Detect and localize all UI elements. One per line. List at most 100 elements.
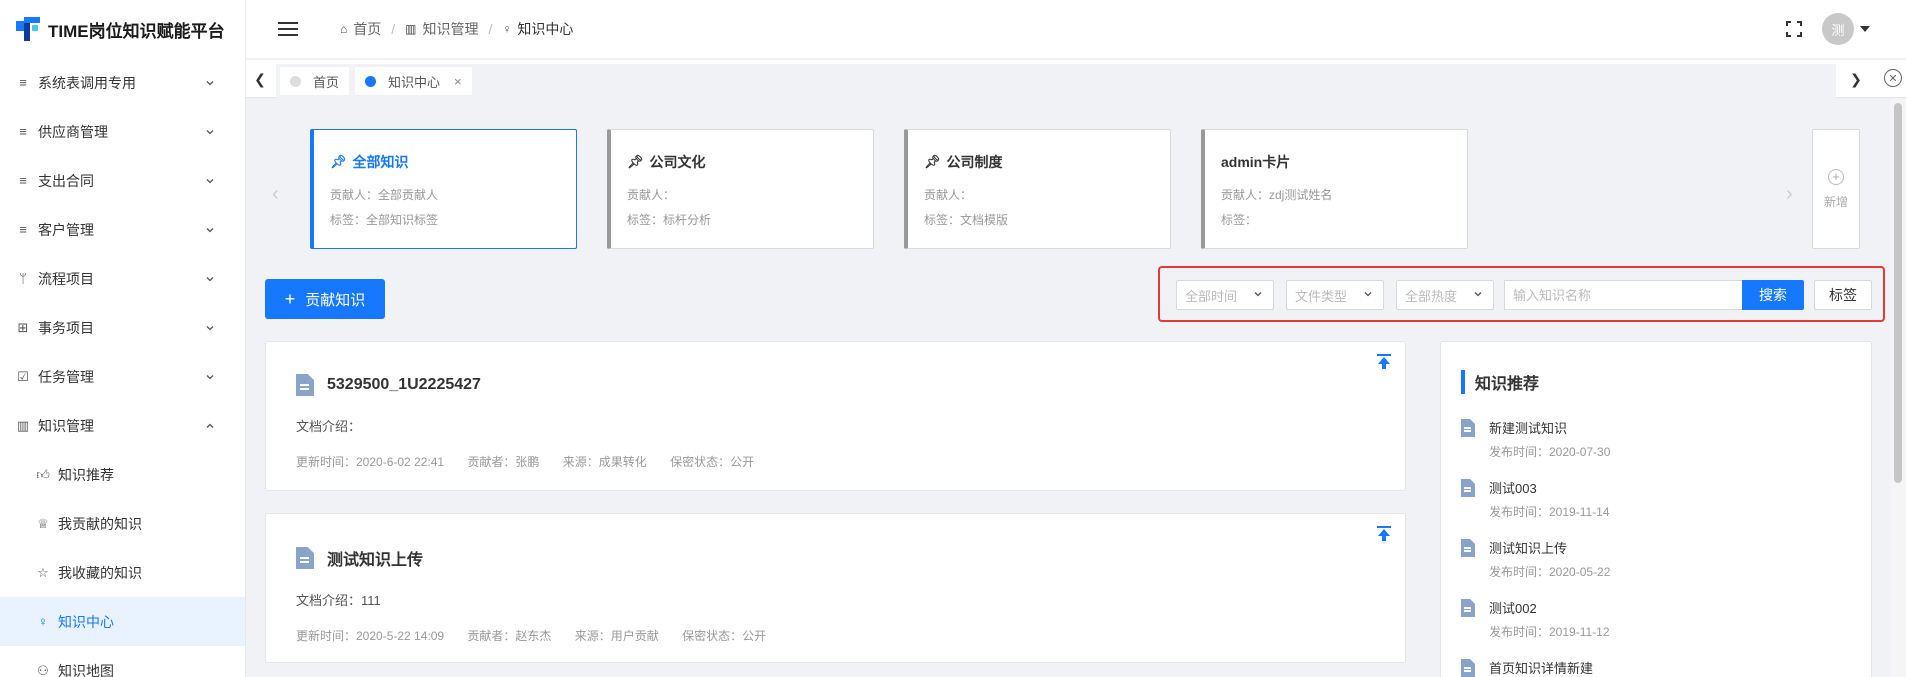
document-icon <box>1461 419 1475 437</box>
avatar[interactable]: 测 <box>1822 13 1854 45</box>
knowledge-card-culture[interactable]: 📌︎ 公司文化 贡献人： 标签：标杆分析 <box>607 129 874 249</box>
search-input[interactable] <box>1504 280 1742 310</box>
recommend-item-name: 测试003 <box>1489 481 1537 496</box>
document-meta: 更新时间：2020-6-02 22:41 贡献者：张鹏 来源：成果转化 保密状态… <box>296 453 1375 470</box>
recommend-item-text: 新建测试知识 发布时间：2020-07-30 <box>1489 418 1610 460</box>
sidebar-item-affairs-project[interactable]: ⊞ 事务项目 <box>0 303 245 352</box>
document-contributor: 贡献者：张鹏 <box>467 455 540 469</box>
file-type-select[interactable]: 文件类型 <box>1286 280 1384 310</box>
document-icon <box>296 547 314 569</box>
breadcrumb-separator: / <box>391 21 396 37</box>
cards-prev-icon[interactable]: ‹ <box>272 183 279 206</box>
document-updated: 更新时间：2020-5-22 14:09 <box>296 629 445 643</box>
recommend-list: 新建测试知识 发布时间：2020-07-30 测试003 发布时间：2019-1… <box>1461 418 1851 677</box>
document-title[interactable]: 测试知识上传 <box>327 546 423 570</box>
filter-toolbar: 全部时间 文件类型 全部热度 搜索 标签 <box>1158 266 1885 322</box>
document-updated: 更新时间：2020-6-02 22:41 <box>296 455 445 469</box>
hamburger-menu-icon[interactable] <box>278 22 298 36</box>
card-tags: 标签：全部知识标签 <box>330 213 439 227</box>
search-button[interactable]: 搜索 <box>1742 280 1804 310</box>
user-dropdown-caret-icon[interactable] <box>1860 26 1870 32</box>
knowledge-card-all[interactable]: 📌︎ 全部知识 贡献人：全部贡献人 标签：全部知识标签 <box>310 129 577 249</box>
tag-button[interactable]: 标签 <box>1814 280 1872 310</box>
card-title-row: 📌︎ 全部知识 <box>330 152 560 172</box>
breadcrumb-label: 知识管理 <box>422 21 479 37</box>
breadcrumb: ⌂ 首页 / ▥ 知识管理 / ♀ 知识中心 <box>340 19 573 39</box>
sidebar-item-task[interactable]: ☑ 任务管理 <box>0 352 245 401</box>
breadcrumb-label: 知识中心 <box>517 21 574 37</box>
sidebar-item-supplier[interactable]: ≡ 供应商管理 <box>0 107 245 156</box>
sidebar-item-label: 系统表调用专用 <box>38 74 136 91</box>
breadcrumb-knowledge-center: ♀ 知识中心 <box>502 19 573 39</box>
sidebar-subitem-recommend[interactable]: 👍︎ 知识推荐 <box>0 450 245 499</box>
pin-top-icon[interactable] <box>1377 354 1391 370</box>
tab-home[interactable]: 首页 <box>280 67 350 95</box>
breadcrumb-home[interactable]: ⌂ 首页 <box>340 19 381 39</box>
knowledge-card-admin[interactable]: admin卡片 贡献人：zdj测试姓名 标签： <box>1201 129 1468 249</box>
tabs-scroll-left-icon[interactable]: ❮ <box>248 60 272 98</box>
chevron-down-icon <box>206 227 214 232</box>
document-card[interactable]: 测试知识上传 文档介绍：111 更新时间：2020-5-22 14:09 贡献者… <box>265 513 1406 663</box>
document-title[interactable]: 5329500_1U2225427 <box>327 376 481 394</box>
time-filter-select[interactable]: 全部时间 <box>1176 280 1274 310</box>
star-icon: ☆ <box>37 564 49 580</box>
page-scrollbar[interactable] <box>1890 99 1906 677</box>
menu-lines-icon: ≡ <box>19 222 27 237</box>
close-all-tabs-icon[interactable]: ✕ <box>1884 69 1902 87</box>
tabs-bar: ❮ 首页 知识中心 × ❯ ✕ <box>246 60 1906 98</box>
recommend-item[interactable]: 测试002 发布时间：2019-11-12 <box>1461 598 1851 640</box>
branch-icon: ᛘ <box>19 271 27 286</box>
heat-filter-select[interactable]: 全部热度 <box>1396 280 1494 310</box>
breadcrumb-knowledge-mgmt[interactable]: ▥ 知识管理 <box>405 19 478 39</box>
logo[interactable]: TIME岗位知识赋能平台 <box>0 0 245 58</box>
sidebar-item-label: 支出合同 <box>38 172 94 189</box>
contribute-knowledge-button[interactable]: + 贡献知识 <box>265 279 385 319</box>
sidebar-subitem-label: 我贡献的知识 <box>58 515 142 532</box>
recommend-item[interactable]: 测试知识上传 发布时间：2020-05-22 <box>1461 538 1851 580</box>
sidebar-subitem-my-contributed[interactable]: ♕ 我贡献的知识 <box>0 499 245 548</box>
tab-label: 知识中心 <box>388 74 441 90</box>
card-tags: 标签：文档模版 <box>924 213 1009 227</box>
document-icon <box>1461 539 1475 557</box>
main-content: ‹ 📌︎ 全部知识 贡献人：全部贡献人 标签：全部知识标签 📌︎ 公司文化 贡献… <box>246 99 1890 677</box>
pin-icon: 📌︎ <box>627 154 644 169</box>
recommend-item-name: 新建测试知识 <box>1489 421 1568 436</box>
tab-knowledge-center[interactable]: 知识中心 × <box>355 67 472 95</box>
recommend-item-name: 测试002 <box>1489 601 1537 616</box>
close-icon[interactable]: × <box>454 74 462 89</box>
document-icon <box>296 374 314 396</box>
fullscreen-icon[interactable] <box>1786 21 1802 37</box>
document-card[interactable]: 5329500_1U2225427 文档介绍： 更新时间：2020-6-02 2… <box>265 341 1406 491</box>
add-card-button[interactable]: + 新增 <box>1812 129 1860 249</box>
tab-label: 首页 <box>313 74 340 90</box>
sidebar-item-process-project[interactable]: ᛘ 流程项目 <box>0 254 245 303</box>
recommend-item-name: 测试知识上传 <box>1489 541 1568 556</box>
tabs-scroll-right-icon[interactable]: ❯ <box>1844 60 1868 98</box>
recommend-title-row: 知识推荐 <box>1461 370 1851 394</box>
card-title: 全部知识 <box>352 154 409 170</box>
sidebar-item-expense-contract[interactable]: ≡ 支出合同 <box>0 156 245 205</box>
document-source: 来源：成果转化 <box>562 455 647 469</box>
sidebar-subitem-my-favorites[interactable]: ☆ 我收藏的知识 <box>0 548 245 597</box>
card-title: 公司制度 <box>946 154 1003 170</box>
thumbs-up-icon: 👍︎ <box>36 466 50 482</box>
recommend-item-text: 首页知识详情新建 <box>1489 658 1593 677</box>
sidebar-item-knowledge[interactable]: ▥ 知识管理 <box>0 401 245 450</box>
sidebar-subitem-knowledge-map[interactable]: ⚇ 知识地图 <box>0 646 245 677</box>
menu-lines-icon: ≡ <box>19 75 27 90</box>
card-tags: 标签：标杆分析 <box>627 213 712 227</box>
sitemap-icon: ⚇ <box>37 662 49 677</box>
pin-top-icon[interactable] <box>1377 526 1391 542</box>
sidebar-item-label: 事务项目 <box>38 319 94 336</box>
scrollbar-thumb[interactable] <box>1894 103 1902 483</box>
sidebar-subitem-knowledge-center[interactable]: ♀ 知识中心 <box>0 597 245 646</box>
add-card-label: 新增 <box>1823 194 1848 209</box>
recommend-item[interactable]: 新建测试知识 发布时间：2020-07-30 <box>1461 418 1851 460</box>
sidebar-item-system-table[interactable]: ≡ 系统表调用专用 <box>0 58 245 107</box>
knowledge-card-policy[interactable]: 📌︎ 公司制度 贡献人： 标签：文档模版 <box>904 129 1171 249</box>
recommend-item[interactable]: 测试003 发布时间：2019-11-14 <box>1461 478 1851 520</box>
cards-next-icon[interactable]: › <box>1786 183 1793 206</box>
sidebar-item-customer[interactable]: ≡ 客户管理 <box>0 205 245 254</box>
doc-title-row: 测试知识上传 <box>296 546 1375 570</box>
recommend-item[interactable]: 首页知识详情新建 <box>1461 658 1851 677</box>
